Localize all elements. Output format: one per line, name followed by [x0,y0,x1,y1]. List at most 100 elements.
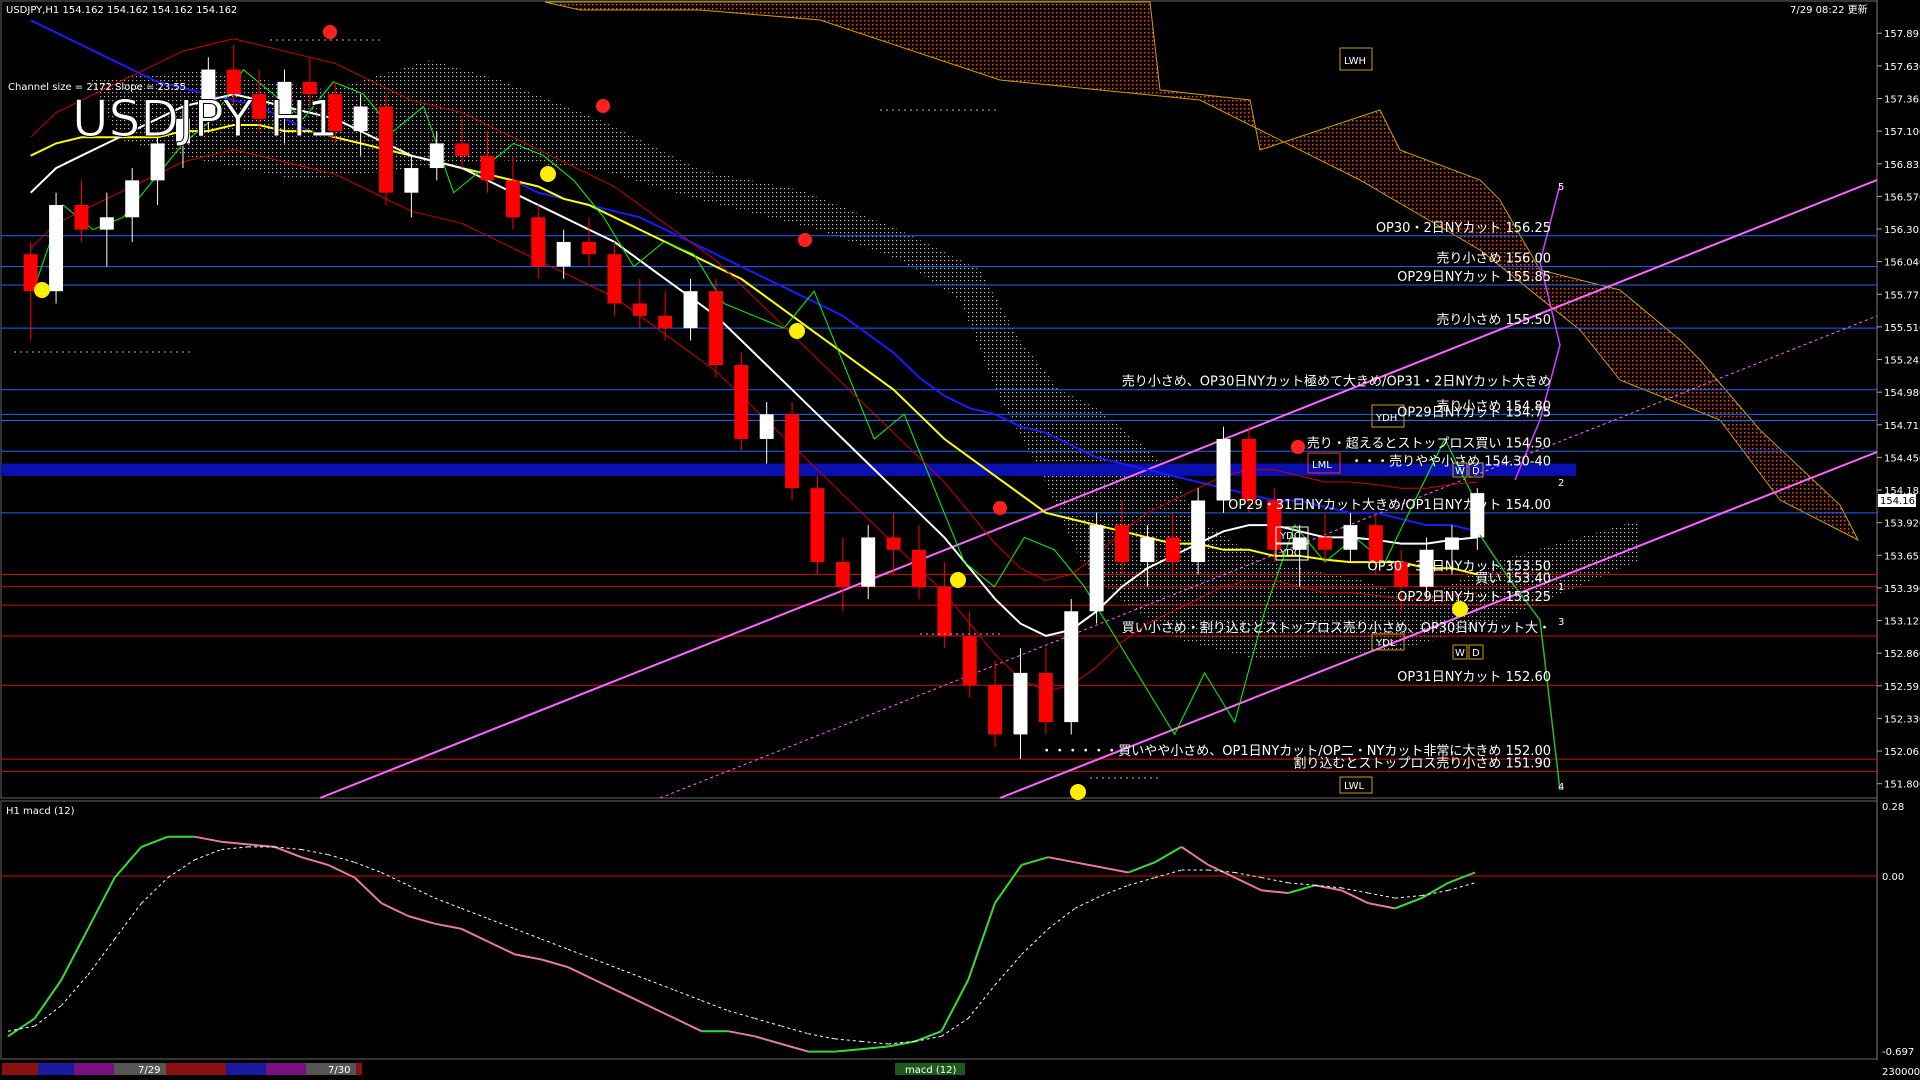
price-axis-label: 153.125 [1884,617,1920,628]
candle-bull [1013,672,1028,735]
level-label: OP29日NYカット 155.85 [1397,270,1551,285]
footer-date-2: 7/30 [328,1065,350,1076]
candle-bear [1115,525,1129,563]
price-axis-label: 153.390 [1884,584,1920,595]
timestamp-label: 7/29 08:22 更新 [1790,3,1868,16]
level-label: OP29日NYカット 154.75 [1397,405,1551,420]
candle-bear [1038,672,1053,723]
level-label: OP31日NYカット 152.60 [1397,670,1551,685]
candle-bear [962,635,977,686]
level-label: ・・・売りやや小さめ 154.30-40 [1350,454,1551,470]
candle-bear [886,537,901,550]
price-axis-label: 154.715 [1884,421,1920,432]
candle-bear [835,562,850,587]
fractal-down-marker [540,166,556,182]
candle-bear [505,180,520,218]
usdjpy-h1-chart[interactable]: LWH YDH LML YDC YDC YDL LWL W D W D 5 2 [0,0,1920,1080]
macd-axis-top: 0.28 [1882,802,1904,813]
price-axis-label: 155.510 [1884,323,1920,334]
footer-date-1: 7/29 [138,1065,160,1076]
candle-bull [404,168,419,193]
wave-label-1: 1 [1558,582,1564,593]
fractal-up-marker [596,99,610,113]
price-axis-label: 151.800 [1884,780,1920,791]
level-label: 買い 153.40 [1475,572,1551,587]
box-label-lwh: LWH [1344,56,1366,67]
level-label: 売り小さめ、OP30日NYカット極めて大きめ/OP31・2日NYカット大きめ [1122,374,1551,390]
fractal-up-marker [323,25,337,39]
price-axis-label: 156.835 [1884,160,1920,171]
candle-bear [1368,525,1383,563]
fractal-down-marker [34,282,50,298]
candle-bear [455,143,470,156]
wave-label-5: 5 [1558,182,1564,193]
candle-bear [607,254,622,304]
box-label-ydc-2: YDC [1279,548,1301,559]
macd-axis-zero: 0.00 [1882,872,1904,883]
fractal-down-marker [789,323,805,339]
macd-title: H1 macd (12) [6,806,75,817]
candle-bear [1241,438,1256,501]
macd-axis-bottom: -0.697 [1882,1047,1914,1058]
level-label: 売り小さめ 155.50 [1436,312,1551,328]
box-label-ydl: YDL [1375,638,1396,649]
fractal-down-marker [1070,784,1086,800]
wave-label-2: 2 [1558,478,1564,489]
fractal-up-marker [1291,440,1305,454]
level-label: OP29・31日NYカット大きめ/OP1日NYカット 154.00 [1228,498,1551,513]
level-label: OP29日NYカット 153.25 [1397,590,1551,605]
price-axis-label: 155.775 [1884,290,1920,301]
price-axis-label: 154.450 [1884,453,1920,464]
box-label-w-2: W [1455,648,1465,659]
candle-bear [379,106,393,193]
price-axis-label: 156.040 [1884,258,1920,269]
candle-bull [1089,525,1104,612]
candle-bear [810,488,825,563]
candle-bull [353,106,368,132]
price-axis-label: 153.920 [1884,519,1920,530]
fractal-down-marker [950,572,966,588]
level-label: 売り小さめ 156.00 [1436,251,1551,267]
current-price-label: 154.162 [1880,496,1920,507]
candle-bull [150,143,165,181]
candle-bear [785,414,800,489]
candle-bear [1165,537,1180,563]
box-label-lwl: LWL [1344,781,1365,792]
price-axis-label: 156.305 [1884,225,1920,236]
wave-label-4: 4 [1558,782,1564,793]
wave-label-3: 3 [1558,617,1564,628]
fractal-up-marker [798,233,812,247]
symbol-line: USDJPY,H1 154.162 154.162 154.162 154.16… [6,5,237,16]
candle-bear [658,315,673,329]
candle-bull [1140,537,1155,563]
price-axis-label: 155.245 [1884,356,1920,367]
candle-bear [531,217,546,267]
candle-bull [99,217,114,230]
candle-bull [1191,500,1206,563]
price-axis-label: 156.570 [1884,192,1920,203]
price-axis-label: 157.895 [1884,29,1920,40]
candle-bear [632,303,647,316]
candle-bear [734,365,749,439]
box-label-ydc-1: YDC [1279,531,1301,542]
price-axis-label: 157.100 [1884,127,1920,138]
candle-bull [683,291,698,329]
box-label-d-2: D [1472,648,1480,659]
candle-bull [1064,611,1079,723]
candle-bear [988,685,1003,735]
candle-bull [1444,537,1459,550]
candle-bear [911,549,926,587]
candle-bull [861,537,876,587]
price-axis-label: 157.365 [1884,94,1920,105]
level-label: OP30・2日NYカット 156.25 [1376,221,1551,236]
level-label: 売り・超えるとストップロス買い 154.50 [1307,435,1551,451]
candle-bull [556,241,571,267]
footer-macd-label: macd (12) [905,1065,957,1076]
candle-bear [480,155,495,181]
candle-bear [708,291,723,366]
volume-axis-label: 230000 [1882,1067,1920,1078]
candle-bear [582,241,597,255]
candle-bear [1318,537,1333,550]
candle-bull [429,143,444,169]
price-axis-label: 154.980 [1884,388,1920,399]
